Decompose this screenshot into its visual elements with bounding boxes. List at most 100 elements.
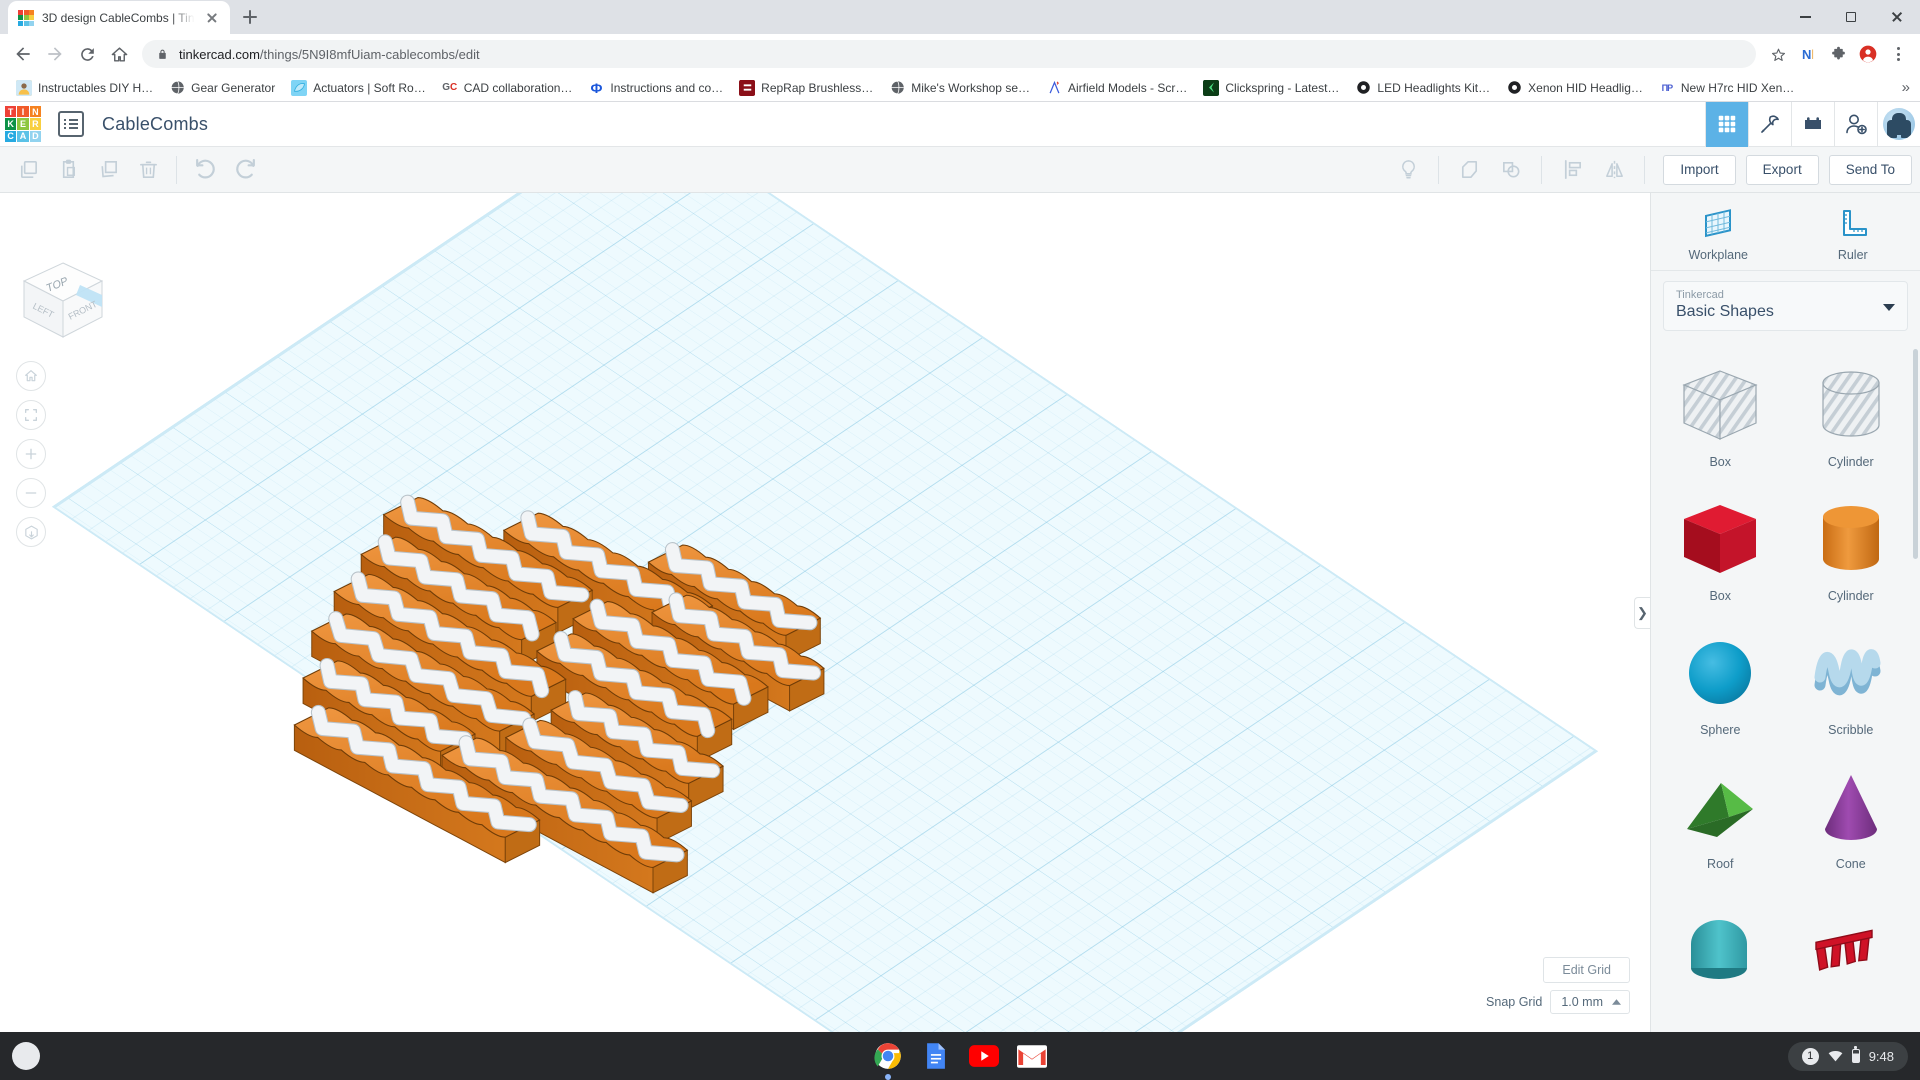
- bookmark-item[interactable]: Mike's Workshop se…: [881, 77, 1038, 99]
- back-button[interactable]: [8, 39, 38, 69]
- chrome-menu-icon[interactable]: [1884, 40, 1912, 68]
- bookmark-item[interactable]: Actuators | Soft Ro…: [283, 77, 434, 99]
- bookmark-item[interactable]: Instructables DIY H…: [8, 77, 161, 99]
- workplane-label: Workplane: [1688, 248, 1749, 262]
- ruler-tool[interactable]: Ruler: [1786, 207, 1920, 262]
- panel-collapse-toggle[interactable]: ❯: [1634, 596, 1650, 629]
- edit-grid-button[interactable]: Edit Grid: [1543, 957, 1630, 983]
- workplane-tool[interactable]: Workplane: [1651, 207, 1786, 262]
- shape-item[interactable]: Cylinder: [1786, 483, 1917, 617]
- logo-tile-d: D: [29, 130, 41, 142]
- copy-icon[interactable]: [8, 150, 48, 190]
- view-cube[interactable]: TOP LEFT FRONT: [18, 255, 108, 345]
- globe-icon: [889, 80, 905, 96]
- redo-icon[interactable]: [225, 150, 265, 190]
- align-icon[interactable]: [1552, 150, 1592, 190]
- bookmark-item[interactable]: ПР New H7rc HID Xen…: [1651, 77, 1802, 99]
- shape-item[interactable]: Sphere: [1655, 617, 1786, 751]
- cable-comb-array-model[interactable]: [0, 193, 1650, 1032]
- shape-item[interactable]: Box: [1655, 483, 1786, 617]
- bookmark-item[interactable]: Gear Generator: [161, 77, 283, 99]
- bookmark-item[interactable]: RepRap Brushless…: [731, 77, 881, 99]
- ruler-icon: [1842, 210, 1867, 236]
- bookmark-item[interactable]: G C CAD collaboration…: [434, 77, 581, 99]
- bookmark-label: RepRap Brushless…: [761, 80, 874, 95]
- paste-icon[interactable]: [48, 150, 88, 190]
- lock-icon: [159, 49, 166, 59]
- chevron-down-icon: [1883, 304, 1895, 311]
- shape-item[interactable]: Box: [1655, 349, 1786, 483]
- shape-list[interactable]: Box Cylinder Box Cylinder Sphere Scribbl…: [1651, 343, 1920, 1032]
- clock: 9:48: [1868, 1048, 1894, 1064]
- pickaxe-icon[interactable]: [1748, 101, 1791, 147]
- target-icon: [1355, 80, 1371, 96]
- shape-item[interactable]: Scribble: [1786, 617, 1917, 751]
- scribble-icon: [1808, 631, 1894, 717]
- shape-item[interactable]: Roof: [1655, 751, 1786, 885]
- lightbulb-icon[interactable]: [1388, 150, 1428, 190]
- bookmark-item[interactable]: Ф Instructions and co…: [580, 77, 731, 99]
- tinkercad-logo[interactable]: TINKERCAD: [0, 102, 44, 147]
- group-icon[interactable]: [1449, 150, 1489, 190]
- gallery-grid-icon[interactable]: [1705, 101, 1748, 147]
- maximize-button[interactable]: [1828, 0, 1874, 34]
- bookmark-item[interactable]: LED Headlights Kit…: [1347, 77, 1498, 99]
- browser-tab[interactable]: 3D design CableCombs | Tinkercad: [8, 1, 230, 34]
- new-tab-button[interactable]: [236, 3, 264, 31]
- edit-toolbar: Import Export Send To: [0, 147, 1920, 193]
- duplicate-icon[interactable]: [88, 150, 128, 190]
- address-bar[interactable]: tinkercad.com/things/5N9I8mfUiam-cableco…: [142, 40, 1756, 68]
- shape-item[interactable]: Cone: [1786, 751, 1917, 885]
- bookmark-item[interactable]: Xenon HID Headlig…: [1498, 77, 1651, 99]
- gmail-icon[interactable]: [1017, 1041, 1047, 1071]
- add-person-icon[interactable]: [1834, 101, 1877, 147]
- export-button[interactable]: Export: [1745, 154, 1819, 185]
- chrome-icon[interactable]: [873, 1041, 903, 1080]
- reload-button[interactable]: [72, 39, 102, 69]
- shape-item[interactable]: [1655, 885, 1786, 1019]
- bookmark-item[interactable]: Airfield Models - Scr…: [1038, 77, 1195, 99]
- zoom-in-button[interactable]: [16, 439, 46, 469]
- home-view-button[interactable]: [16, 361, 46, 391]
- trash-icon[interactable]: [128, 150, 168, 190]
- bookmark-item[interactable]: Clickspring - Latest…: [1195, 77, 1347, 99]
- fit-view-button[interactable]: [16, 400, 46, 430]
- phi-icon: Ф: [590, 79, 603, 96]
- lego-brick-icon[interactable]: [1791, 101, 1834, 147]
- docs-icon[interactable]: [921, 1041, 951, 1071]
- puzzle-extension-icon[interactable]: [1824, 40, 1852, 68]
- close-window-button[interactable]: [1874, 0, 1920, 34]
- close-icon[interactable]: [204, 10, 220, 26]
- home-button[interactable]: [104, 39, 134, 69]
- minimize-button[interactable]: [1782, 0, 1828, 34]
- profile-icon[interactable]: [1854, 40, 1882, 68]
- shape-item[interactable]: Cylinder: [1786, 349, 1917, 483]
- forward-button[interactable]: [40, 39, 70, 69]
- shelf-status-tray[interactable]: 1 9:48: [1787, 1041, 1908, 1071]
- shapes-panel: Workplane Ruler Tinkercad Basic Shapes B…: [1650, 193, 1920, 1032]
- star-icon[interactable]: [1764, 40, 1792, 68]
- shape-library-select[interactable]: Tinkercad Basic Shapes: [1663, 281, 1908, 331]
- solid-cylinder-icon: [1811, 497, 1891, 583]
- undo-icon[interactable]: [185, 150, 225, 190]
- zoom-out-button[interactable]: [16, 478, 46, 508]
- shapes-scrollbar[interactable]: [1913, 349, 1918, 559]
- user-avatar-robot[interactable]: [1877, 101, 1920, 147]
- youtube-icon[interactable]: [969, 1041, 999, 1071]
- snap-grid-select[interactable]: 1.0 mm: [1550, 990, 1630, 1014]
- chromeos-launcher[interactable]: [12, 1042, 40, 1070]
- n-extension-icon[interactable]: N |: [1794, 40, 1822, 68]
- design-list-icon[interactable]: [58, 111, 84, 137]
- omnibox-icons: N |: [1764, 40, 1912, 68]
- ungroup-icon[interactable]: [1491, 150, 1531, 190]
- ortho-toggle-button[interactable]: [16, 517, 46, 547]
- import-button[interactable]: Import: [1663, 154, 1736, 185]
- text-icon: [1808, 906, 1894, 992]
- toolbar-right: Import Export Send To: [1388, 150, 1912, 190]
- send-to-button[interactable]: Send To: [1828, 154, 1912, 185]
- shape-item[interactable]: [1786, 885, 1917, 1019]
- bookmarks-overflow-button[interactable]: »: [1902, 79, 1910, 96]
- 3d-canvas[interactable]: TOP LEFT FRONT Edit Grid Snap Grid 1.0 m…: [0, 193, 1650, 1032]
- grid-controls: Edit Grid Snap Grid 1.0 mm: [1486, 957, 1630, 1014]
- mirror-icon[interactable]: [1594, 150, 1634, 190]
